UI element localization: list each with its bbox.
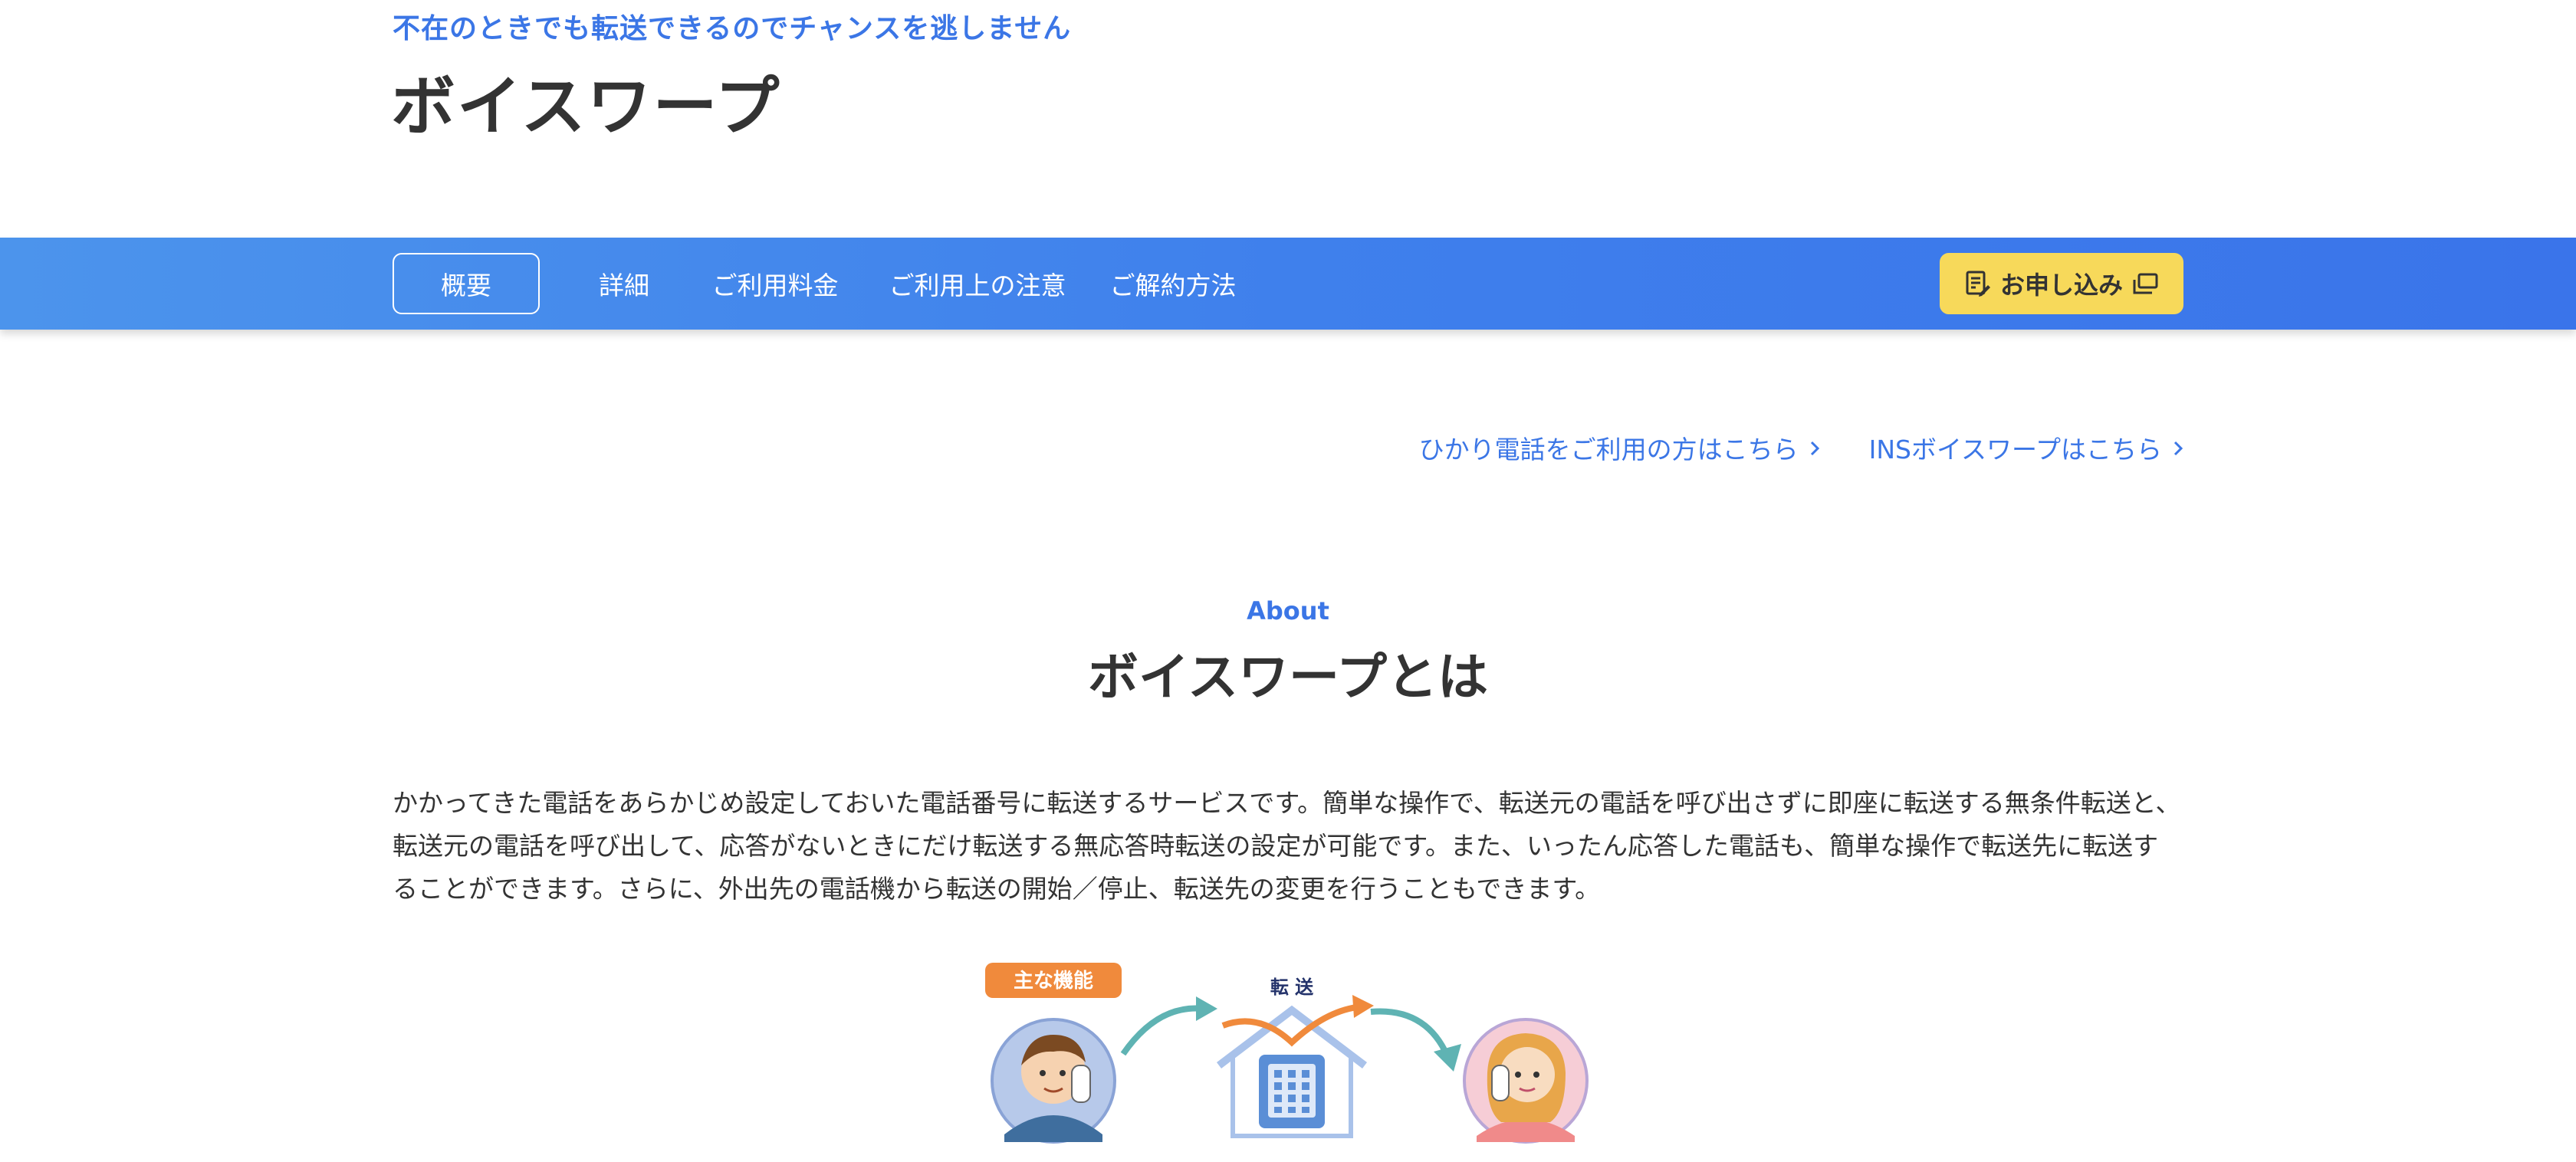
caller-person-icon xyxy=(991,1018,1116,1144)
home-phone-icon: 転 送 xyxy=(1216,977,1374,1138)
external-window-icon xyxy=(2132,273,2158,294)
related-links: ひかり電話をご利用の方はこちら INSボイスワープはこちら xyxy=(1419,429,2183,466)
page-tagline: 不在のときでも転送できるのでチャンスを逃しません xyxy=(393,13,1072,44)
hikari-denwa-link-label: ひかり電話をご利用の方はこちら xyxy=(1418,435,1799,464)
about-description: かかってきた電話をあらかじめ設定しておいた電話番号に転送するサービスです。簡単な… xyxy=(393,788,2181,904)
main-features-badge-label: 主な機能 xyxy=(1014,969,1093,993)
section-eyebrow: About xyxy=(1247,596,1329,625)
ins-voicewarp-link-label: INSボイスワープはこちら xyxy=(1868,435,2162,464)
receiver-person-icon xyxy=(1463,1018,1589,1144)
nav-tabs: 概要 詳細 ご利用料金 ご利用上の注意 ご解約方法 xyxy=(393,253,1237,314)
tab-details[interactable]: 詳細 xyxy=(577,253,672,314)
transfer-arrow xyxy=(1120,1005,1204,1056)
chevron-right-icon xyxy=(1809,433,1820,463)
tab-usage-notes[interactable]: ご利用上の注意 xyxy=(889,253,1066,314)
main-features-badge: 主な機能 xyxy=(985,963,1122,998)
section-nav-bar: 概要 詳細 ご利用料金 ご利用上の注意 ご解約方法 お申し込み xyxy=(0,238,2576,330)
hikari-denwa-link[interactable]: ひかり電話をご利用の方はこちら xyxy=(1419,429,1820,466)
ins-voicewarp-link[interactable]: INSボイスワープはこちら xyxy=(1869,429,2183,466)
transfer-label: 転 送 xyxy=(1270,977,1314,998)
apply-button-label: お申し込み xyxy=(1999,271,2123,300)
voicewarp-illustration: 主な機能 転 送 xyxy=(974,958,1602,1159)
section-title: ボイスワープとは xyxy=(1087,648,1489,707)
tab-cancellation[interactable]: ご解約方法 xyxy=(1109,253,1237,314)
form-icon xyxy=(1965,270,1991,297)
page-title: ボイスワープ xyxy=(391,69,781,144)
tab-overview[interactable]: 概要 xyxy=(393,253,540,314)
tab-pricing[interactable]: ご利用料金 xyxy=(711,253,839,314)
chevron-right-icon xyxy=(2173,433,2183,463)
transfer-arrow xyxy=(1370,1008,1451,1058)
apply-button[interactable]: お申し込み xyxy=(1940,253,2183,314)
